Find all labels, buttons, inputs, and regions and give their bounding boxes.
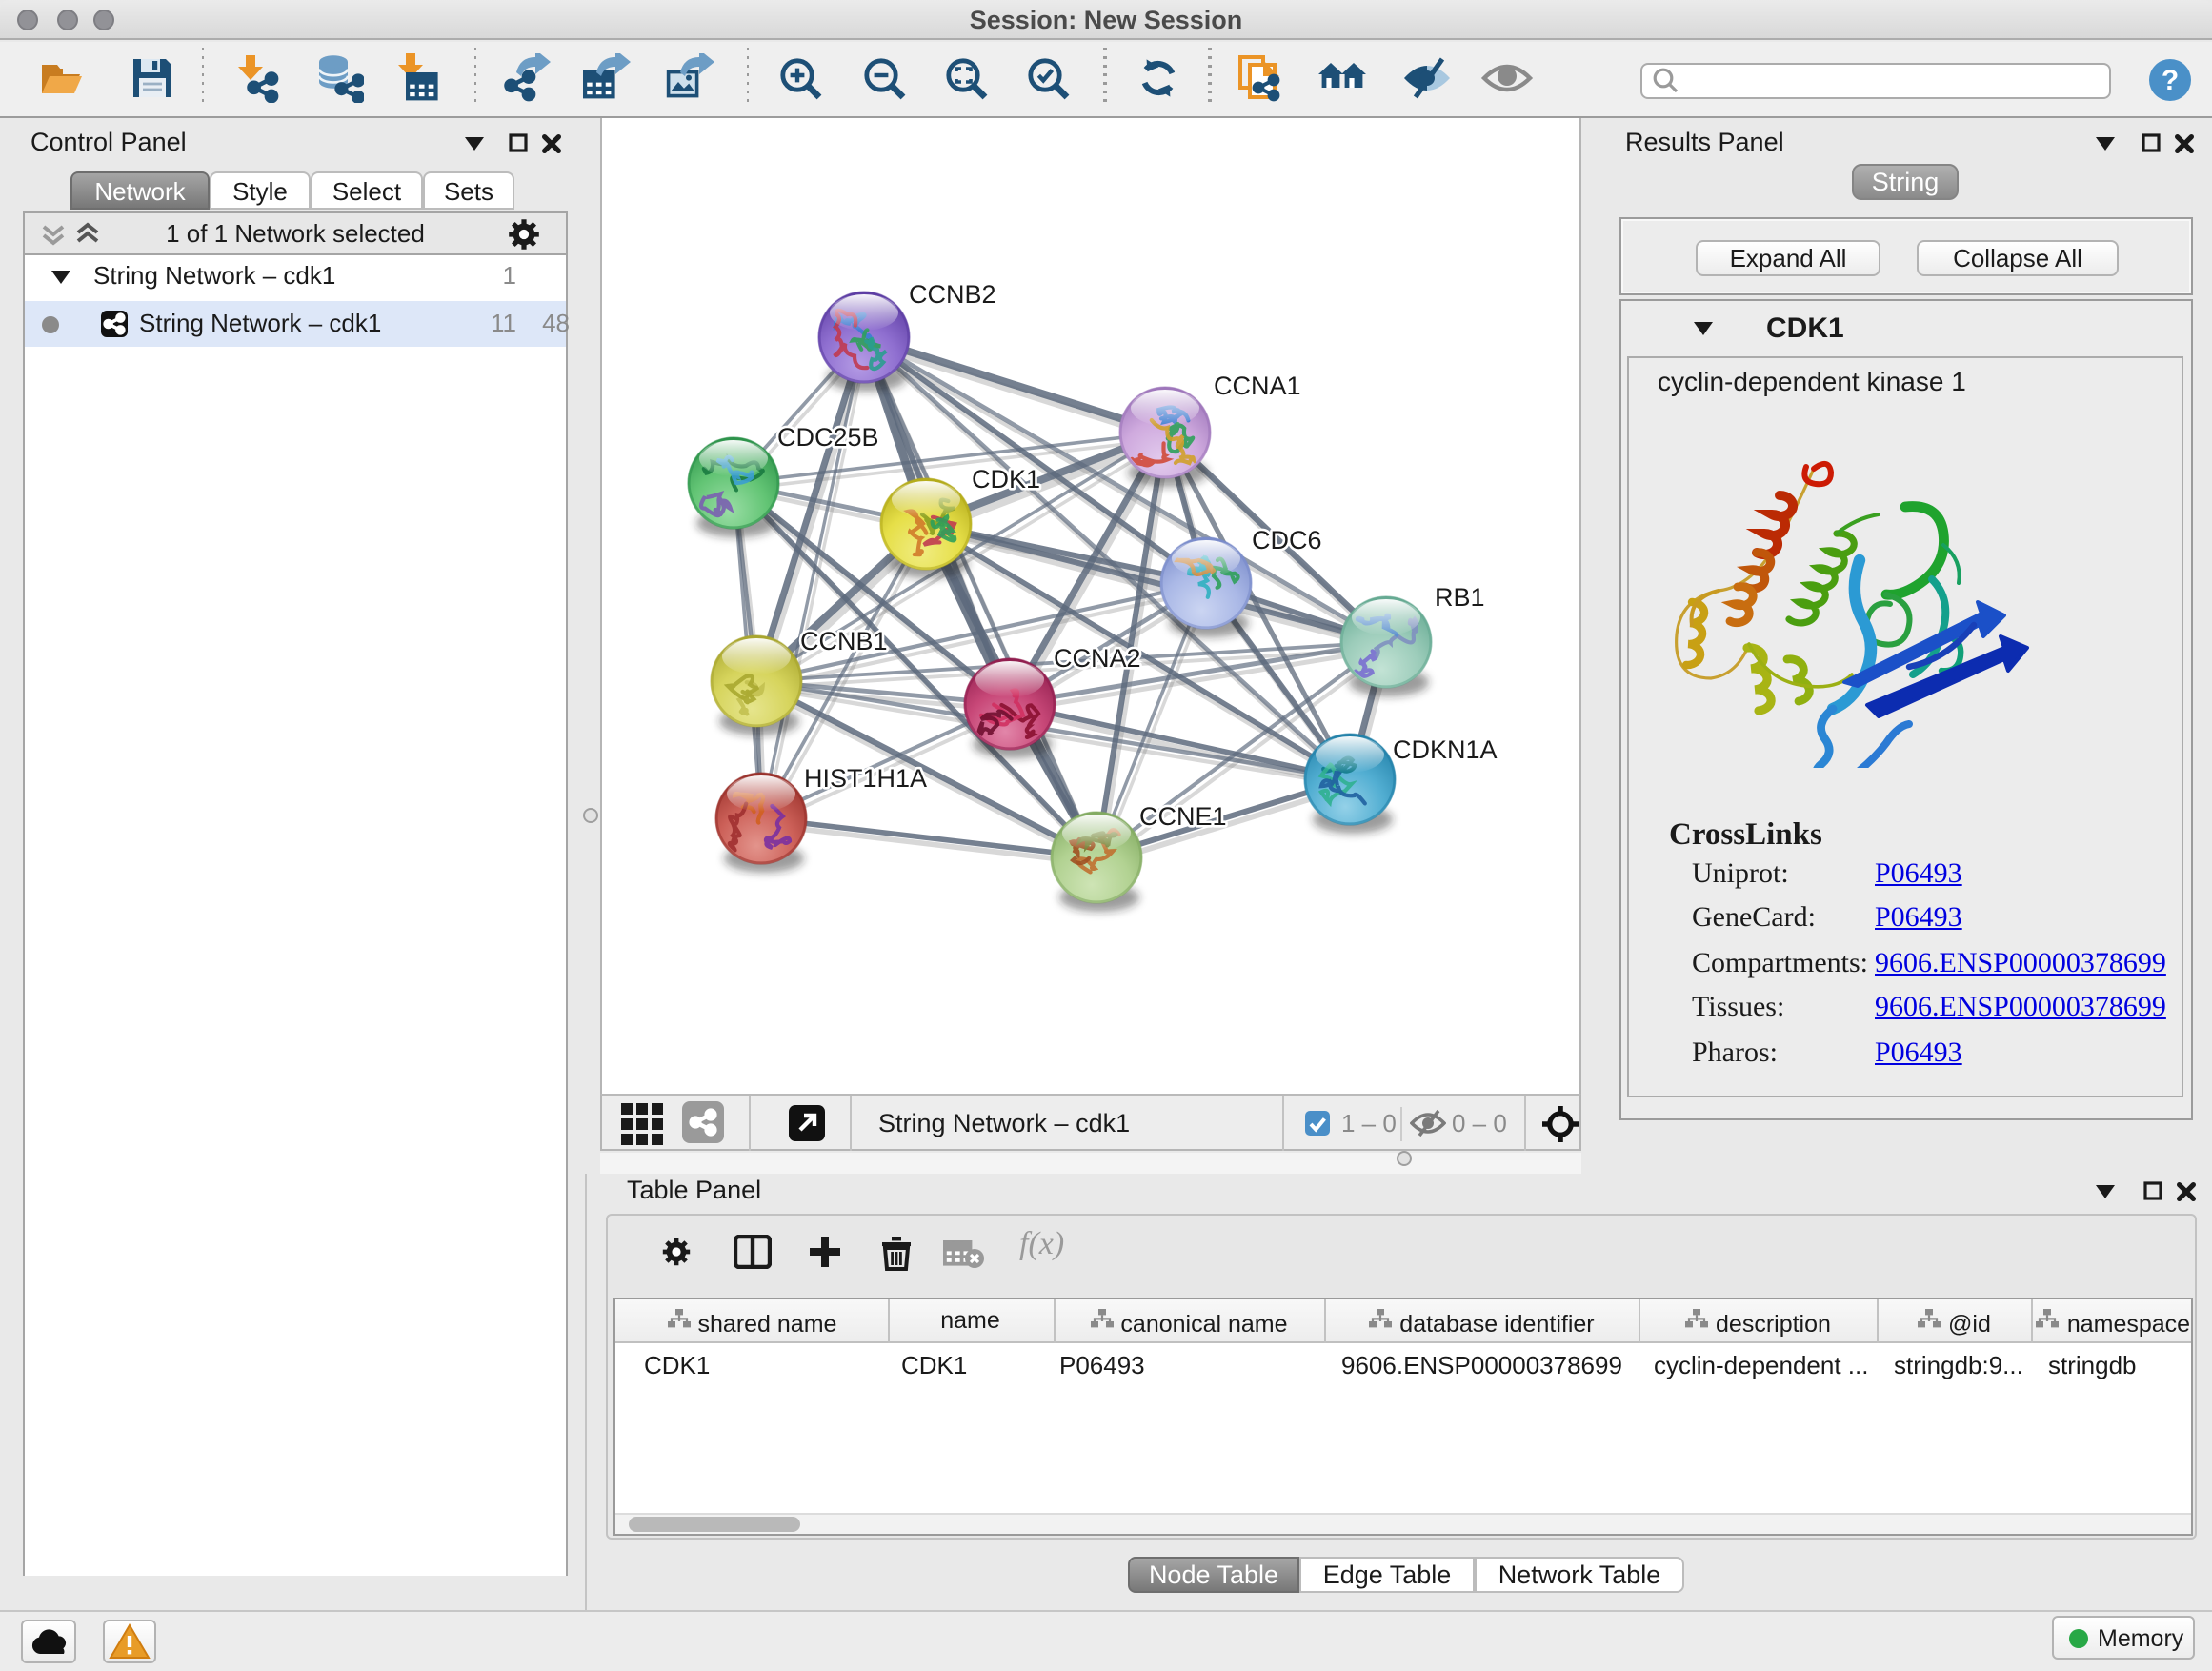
svg-text:CCNA2: CCNA2: [1054, 643, 1141, 672]
svg-text:CDC6: CDC6: [1252, 525, 1322, 554]
svg-text:CDK1: CDK1: [972, 464, 1040, 493]
svg-text:CCNB2: CCNB2: [909, 279, 996, 308]
svg-text:?: ?: [2162, 65, 2179, 96]
svg-text:HIST1H1A: HIST1H1A: [804, 763, 927, 792]
svg-text:CCNE1: CCNE1: [1139, 801, 1227, 830]
svg-text:CDKN1A: CDKN1A: [1393, 735, 1498, 763]
svg-text:CCNB1: CCNB1: [800, 626, 888, 654]
svg-text:CCNA1: CCNA1: [1214, 371, 1301, 399]
svg-text:RB1: RB1: [1435, 582, 1485, 611]
svg-text:CDC25B: CDC25B: [777, 422, 879, 451]
